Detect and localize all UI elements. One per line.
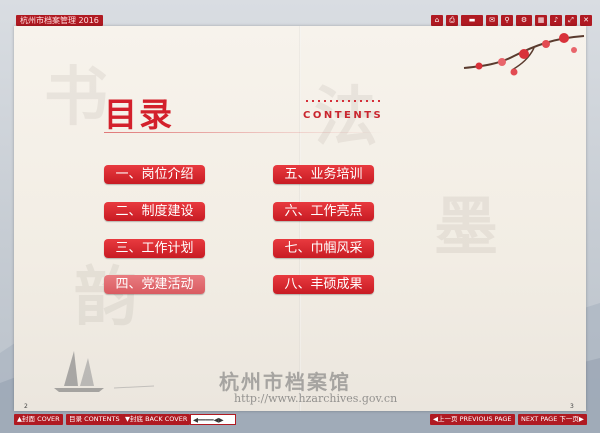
archive-name-watermark: 杭州市档案馆 — [219, 370, 351, 394]
sound-icon[interactable]: ♪ — [550, 15, 562, 26]
calligraphy-decoration: 墨 — [434, 190, 498, 265]
front-cover-button[interactable]: ▲封面 COVER — [14, 414, 63, 425]
sailboat-decoration — [54, 351, 155, 392]
book-spread: 书 法 墨 韵 目录 CONTENTS 一、岗位介绍 二、制度建设 三、工作计划… — [14, 26, 586, 411]
fullscreen-icon[interactable]: ⤢ — [565, 15, 577, 26]
page-number-left: 2 — [24, 403, 28, 410]
toc-item-8[interactable]: 八、丰硕成果 — [273, 275, 374, 294]
share-icon[interactable]: ✉ — [486, 15, 498, 26]
home-icon[interactable]: ⌂ — [431, 15, 443, 26]
toc-item-1[interactable]: 一、岗位介绍 — [104, 165, 205, 184]
back-cover-button[interactable]: ▼封底 BACK COVER — [122, 414, 191, 425]
toc-item-2[interactable]: 二、制度建设 — [104, 202, 205, 221]
toc-item-6[interactable]: 六、工作亮点 — [273, 202, 374, 221]
page-number-right: 3 — [570, 403, 574, 410]
previous-page-button[interactable]: ◀上一页 PREVIOUS PAGE — [430, 414, 515, 425]
contents-button[interactable]: 目录 CONTENTS — [66, 414, 123, 425]
zoom-slider[interactable]: ▬ — [461, 15, 483, 26]
plum-blossom-decoration — [463, 33, 585, 76]
print-icon[interactable]: ⎙ — [446, 15, 458, 26]
top-toolbar: 杭州市档案管理 2016 ⌂ ⎙ ▬ ✉ ⚲ ⚙ ▦ ♪ ⤢ ✕ — [0, 0, 600, 28]
toc-item-5[interactable]: 五、业务培训 — [273, 165, 374, 184]
thumbnail-icon[interactable]: ▦ — [535, 15, 547, 26]
close-icon[interactable]: ✕ — [580, 15, 592, 26]
window-title: 杭州市档案管理 2016 — [16, 15, 103, 26]
toc-item-3[interactable]: 三、工作计划 — [104, 239, 205, 258]
title-underline — [104, 132, 384, 133]
toc-item-7[interactable]: 七、巾帼风采 — [273, 239, 374, 258]
next-page-button[interactable]: NEXT PAGE 下一页▶ — [518, 414, 587, 425]
viewer-stage: 杭州市档案管理 2016 ⌂ ⎙ ▬ ✉ ⚲ ⚙ ▦ ♪ ⤢ ✕ 书 法 墨 韵 — [0, 0, 600, 433]
contents-subtitle: CONTENTS — [303, 110, 384, 121]
toolbar-icons: ⌂ ⎙ ▬ ✉ ⚲ ⚙ ▦ ♪ ⤢ ✕ — [431, 15, 592, 26]
settings-icon[interactable]: ⚙ — [516, 15, 532, 26]
bottom-navigation-bar: ▲封面 COVER 目录 CONTENTS ▼封底 BACK COVER ◀━━… — [0, 413, 600, 427]
page-title: 目录 — [104, 95, 174, 134]
page-number-input[interactable]: ◀━━━━◀▶ — [190, 414, 236, 425]
toc-item-4[interactable]: 四、党建活动 — [104, 275, 205, 294]
calligraphy-decoration: 书 — [44, 60, 108, 135]
archive-url-watermark: http://www.hzarchives.gov.cn — [234, 392, 398, 405]
search-icon[interactable]: ⚲ — [501, 15, 513, 26]
dotted-divider — [304, 100, 382, 102]
